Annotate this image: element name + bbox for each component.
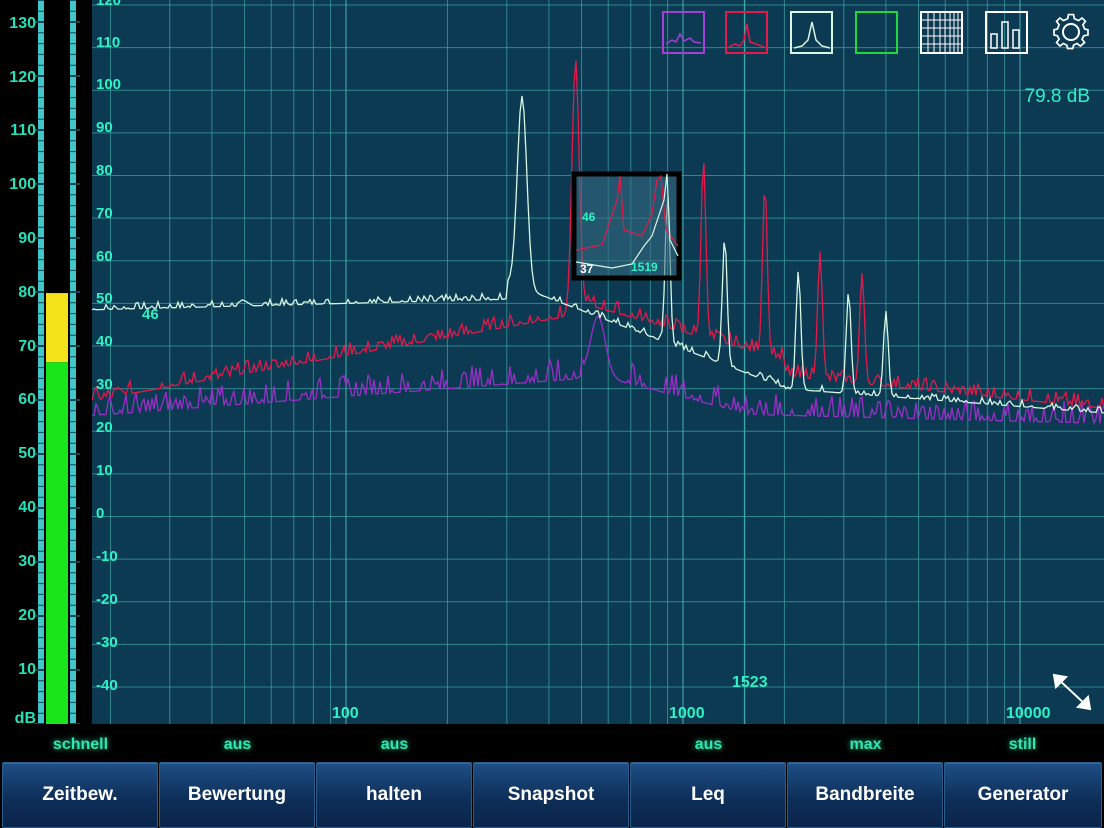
y-label-120: 120 — [96, 0, 122, 9]
y-label-0: 0 — [96, 505, 105, 522]
meter-bar-yellow — [46, 293, 68, 363]
y-label-30: 30 — [96, 376, 113, 393]
x-label-10000: 10000 — [1006, 705, 1051, 722]
snapshot-button[interactable]: Snapshot — [473, 762, 629, 828]
meter-label-70: 70 — [18, 338, 36, 355]
y-label-minus10: -10 — [96, 548, 118, 565]
plot-grid — [92, 0, 1104, 724]
zoom-label-right: 1519 — [631, 260, 658, 274]
button-bar: Zeitbew. Bewertung halten Snapshot Leq B… — [0, 760, 1104, 828]
cursor-frequency: 1523 — [732, 674, 768, 691]
zeitbew-button[interactable]: Zeitbew. — [2, 762, 158, 828]
y-label-80: 80 — [96, 162, 113, 179]
y-label-110: 110 — [96, 34, 121, 51]
meter-label-80: 80 — [18, 284, 36, 301]
y-label-60: 60 — [96, 248, 113, 265]
y-label-70: 70 — [96, 205, 113, 222]
y-label-90: 90 — [96, 119, 113, 136]
meter-label-60: 60 — [18, 391, 36, 408]
meter-label-130: 130 — [9, 15, 36, 32]
y-label-minus40: -40 — [96, 677, 118, 694]
meter-label-20: 20 — [18, 607, 36, 624]
y-label-minus30: -30 — [96, 634, 118, 651]
x-label-100: 100 — [332, 705, 359, 722]
meter-label-90: 90 — [18, 230, 36, 247]
bandbreite-button[interactable]: Bandbreite — [787, 762, 943, 828]
halten-button[interactable]: halten — [316, 762, 472, 828]
green-box-icon[interactable] — [855, 11, 898, 54]
generator-button[interactable]: Generator — [944, 762, 1102, 828]
status-zeitbew: schnell — [52, 736, 109, 753]
meter-label-50: 50 — [18, 445, 36, 462]
status-generator: still — [1008, 736, 1037, 753]
gear-icon[interactable] — [1053, 13, 1089, 50]
spectrum-plot[interactable]: 120 110 100 90 80 70 60 50 40 30 20 10 0… — [92, 0, 1104, 724]
leq-button[interactable]: Leq — [630, 762, 786, 828]
meter-label-110: 110 — [10, 122, 36, 139]
bar-chart-icon[interactable] — [985, 11, 1028, 54]
grid-icon[interactable] — [920, 11, 963, 54]
meter-label-30: 30 — [18, 553, 36, 570]
meter-label-100: 100 — [9, 176, 36, 193]
level-meter: 130 120 110 100 90 80 70 60 50 40 30 20 … — [0, 0, 92, 727]
meter-label-120: 120 — [9, 69, 36, 86]
level-readout: 79.8 dB — [1024, 86, 1091, 107]
meter-label-10: 10 — [18, 661, 36, 678]
y-label-40: 40 — [96, 333, 113, 350]
meter-label-40: 40 — [18, 499, 36, 516]
bewertung-button[interactable]: Bewertung — [159, 762, 315, 828]
y-label-100: 100 — [96, 76, 122, 93]
y-label-10: 10 — [96, 462, 113, 479]
red-spectrum-icon[interactable] — [725, 11, 768, 54]
status-bewertung: aus — [223, 736, 252, 753]
y-label-20: 20 — [96, 419, 113, 436]
marker-value: 46 — [142, 306, 159, 323]
status-row: schnell aus aus aus max still — [0, 724, 1104, 760]
x-label-1000: 1000 — [669, 705, 705, 722]
status-leq: aus — [694, 736, 723, 753]
white-spectrum-icon[interactable] — [790, 11, 833, 54]
y-label-minus20: -20 — [96, 591, 118, 608]
zoom-label-left: 37 — [580, 262, 594, 276]
spectrum-svg — [92, 0, 1104, 724]
expand-icon[interactable] — [1052, 673, 1092, 711]
meter-bar-green — [46, 362, 68, 724]
zoom-label-top: 46 — [582, 210, 596, 224]
status-bandbreite: max — [849, 736, 882, 753]
status-halten: aus — [380, 736, 409, 753]
y-label-50: 50 — [96, 290, 113, 307]
